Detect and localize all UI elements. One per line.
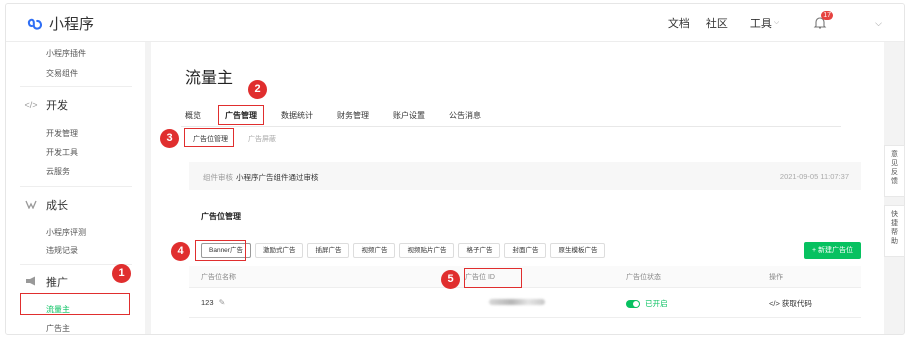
account-chevron-icon[interactable]: ⌵ bbox=[875, 18, 882, 29]
sidebar-item-dev-management[interactable]: 开发管理 bbox=[46, 128, 78, 139]
community-link[interactable]: 社区 bbox=[706, 15, 728, 31]
sidebar-item-dev-tools[interactable]: 开发工具 bbox=[46, 147, 78, 158]
highlight-ad-management-tab bbox=[218, 105, 264, 125]
logo[interactable]: 小程序 bbox=[27, 13, 94, 34]
filter-video[interactable]: 视频广告 bbox=[353, 243, 396, 258]
callout-badge-4: 4 bbox=[171, 242, 190, 261]
divider bbox=[20, 186, 132, 187]
get-code-link[interactable]: </> 获取代码 bbox=[769, 298, 812, 309]
redacted-id bbox=[489, 299, 545, 305]
highlight-ad-slot-subtab bbox=[184, 128, 234, 147]
filter-native-template[interactable]: 原生模板广告 bbox=[550, 243, 606, 258]
sidebar-item-evaluation[interactable]: 小程序评测 bbox=[46, 227, 86, 238]
megaphone-icon bbox=[24, 276, 38, 288]
status-label: 已开启 bbox=[645, 299, 668, 308]
tab-statistics[interactable]: 数据统计 bbox=[281, 110, 313, 127]
sidebar-item-trade-components[interactable]: 交易组件 bbox=[46, 68, 78, 79]
feedback-panel[interactable]: 意见反馈 bbox=[884, 145, 905, 197]
table-row: 123 ✎ 已开启 </> 获取代码 bbox=[189, 288, 861, 318]
column-header-name: 广告位名称 bbox=[201, 274, 236, 281]
app-window: 小程序 文档 社区 工具 ⌵ 17 ⌵ 小程序插件 交易组件 </> 开发 开发… bbox=[5, 3, 905, 335]
tab-divider bbox=[181, 126, 841, 127]
page-title: 流量主 bbox=[185, 70, 234, 87]
tools-label: 工具 bbox=[749, 18, 772, 30]
tab-finance[interactable]: 财务管理 bbox=[337, 110, 369, 127]
mini-program-logo-icon bbox=[27, 18, 42, 30]
top-bar: 小程序 文档 社区 工具 ⌵ 17 ⌵ bbox=[6, 4, 904, 42]
sidebar-item-violations[interactable]: 违规记录 bbox=[46, 245, 78, 256]
callout-badge-5: 5 bbox=[441, 270, 460, 289]
notice-timestamp: 2021-09-05 11:07:37 bbox=[779, 172, 849, 181]
tab-account-settings[interactable]: 账户设置 bbox=[393, 110, 425, 127]
sidebar-group-label: 成长 bbox=[46, 200, 68, 212]
sidebar-group-label: 推广 bbox=[46, 277, 68, 289]
subtab-ad-blocking[interactable]: 广告屏蔽 bbox=[248, 134, 276, 144]
ad-slot-name-cell: 123 ✎ bbox=[201, 298, 225, 307]
column-header-status: 广告位状态 bbox=[626, 274, 661, 281]
callout-badge-3: 3 bbox=[160, 129, 179, 148]
notice-label: 组件审核 bbox=[203, 173, 233, 182]
tools-menu[interactable]: 工具 ⌵ bbox=[750, 15, 779, 31]
app-title: 小程序 bbox=[49, 16, 95, 33]
table-header: 广告位名称 广告位 ID 广告位状态 操作 bbox=[189, 266, 861, 288]
add-ad-slot-button[interactable]: + 新建广告位 bbox=[803, 242, 861, 259]
filter-rewarded[interactable]: 激励式广告 bbox=[254, 243, 304, 258]
column-header-action: 操作 bbox=[769, 274, 783, 281]
filter-video-preroll[interactable]: 视频贴片广告 bbox=[399, 243, 455, 258]
filter-grid[interactable]: 格子广告 bbox=[458, 243, 501, 258]
highlight-ad-slot-id-column bbox=[464, 268, 522, 288]
review-notice: 组件审核 小程序广告组件通过审核 2021-09-05 11:07:37 bbox=[189, 162, 861, 190]
status-cell: 已开启 bbox=[626, 298, 668, 309]
ad-slot-id-redacted bbox=[489, 298, 545, 307]
docs-link[interactable]: 文档 bbox=[668, 15, 690, 31]
notification-bell[interactable]: 17 bbox=[813, 11, 834, 30]
code-icon: </> bbox=[24, 100, 38, 110]
callout-badge-1: 1 bbox=[112, 264, 131, 283]
top-nav: 文档 社区 工具 ⌵ 17 ⌵ bbox=[652, 11, 882, 31]
filter-interstitial[interactable]: 插屏广告 bbox=[307, 243, 350, 258]
ad-type-filters: Banner广告 激励式广告 插屏广告 视频广告 视频贴片广告 格子广告 封面广… bbox=[201, 243, 606, 258]
sidebar-item-cloud-service[interactable]: 云服务 bbox=[46, 166, 70, 177]
sidebar-group-promotion[interactable]: 推广 bbox=[24, 274, 68, 290]
sidebar-item-plugins[interactable]: 小程序插件 bbox=[46, 48, 86, 59]
status-toggle[interactable] bbox=[626, 300, 640, 309]
notice-message: 小程序广告组件通过审核 bbox=[236, 173, 319, 182]
growth-icon bbox=[24, 200, 38, 211]
help-label: 快捷帮助 bbox=[891, 211, 898, 245]
sidebar: 小程序插件 交易组件 </> 开发 开发管理 开发工具 云服务 成长 小程序评测… bbox=[6, 42, 145, 334]
sidebar-group-develop[interactable]: </> 开发 bbox=[24, 97, 68, 113]
feedback-label: 意见反馈 bbox=[891, 151, 898, 185]
tab-overview[interactable]: 概览 bbox=[185, 110, 201, 127]
tab-announcements[interactable]: 公告消息 bbox=[449, 110, 481, 127]
ad-slot-name: 123 bbox=[201, 298, 214, 307]
card-title: 广告位管理 bbox=[201, 212, 241, 221]
help-panel[interactable]: 快捷帮助 bbox=[884, 205, 905, 257]
filter-cover[interactable]: 封面广告 bbox=[504, 243, 547, 258]
chevron-down-icon: ⌵ bbox=[773, 19, 780, 26]
notification-badge: 17 bbox=[821, 11, 834, 20]
highlight-banner-filter bbox=[195, 240, 246, 261]
sidebar-group-label: 开发 bbox=[46, 100, 68, 112]
divider bbox=[20, 86, 132, 87]
ad-slot-card: 广告位管理 Banner广告 激励式广告 插屏广告 视频广告 视频贴片广告 格子… bbox=[189, 199, 861, 319]
callout-badge-2: 2 bbox=[248, 80, 267, 99]
sidebar-item-advertiser[interactable]: 广告主 bbox=[46, 323, 70, 334]
edit-pencil-icon[interactable]: ✎ bbox=[219, 298, 226, 307]
highlight-traffic-owner bbox=[20, 293, 130, 315]
sidebar-group-growth[interactable]: 成长 bbox=[24, 197, 68, 213]
